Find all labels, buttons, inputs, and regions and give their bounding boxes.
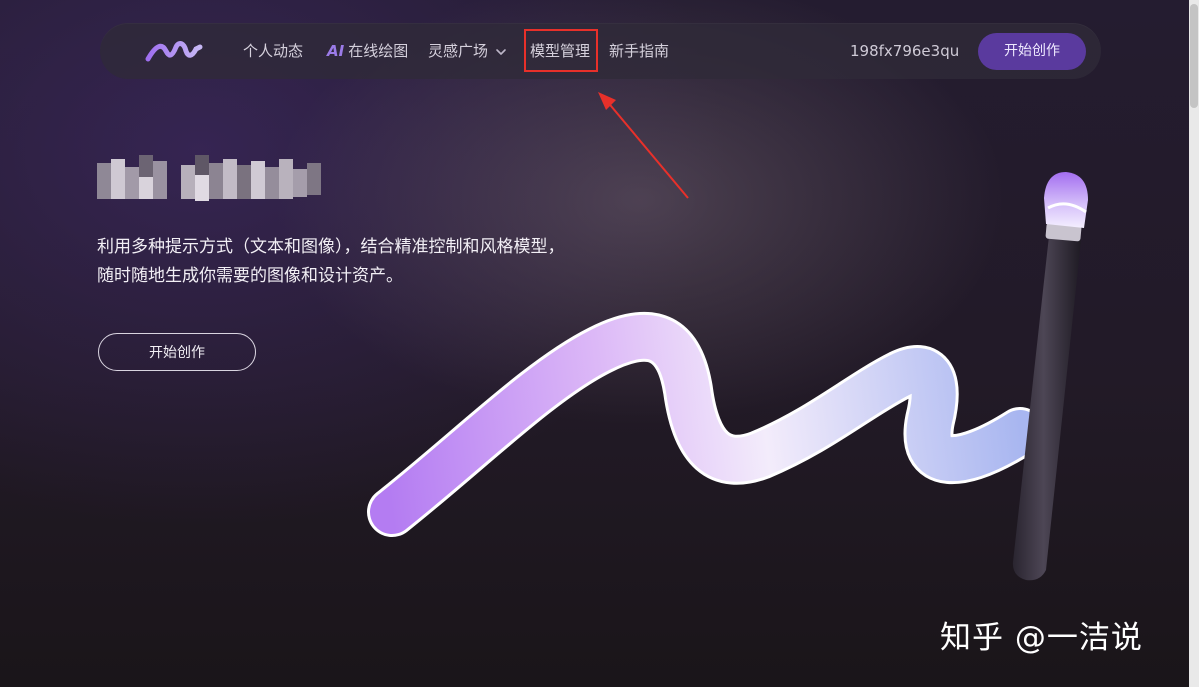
hero-description: 利用多种提示方式（文本和图像），结合精准控制和风格模型，随时随地生成你需要的图像…: [97, 237, 565, 286]
hero-title-pixelated: [97, 155, 325, 205]
top-navbar: 个人动态 AI 在线绘图 灵感广场 模型管理 新手指南 198fx796e3qu …: [100, 23, 1101, 79]
scrollbar-thumb[interactable]: [1190, 4, 1198, 108]
nav-item-online-drawing-label: 在线绘图: [348, 42, 409, 60]
ai-badge: AI: [327, 42, 345, 60]
watermark-text: 知乎 @一洁说: [940, 620, 1143, 656]
user-id-label[interactable]: 198fx796e3qu: [850, 23, 959, 79]
brush-stroke: [367, 311, 1045, 537]
start-creating-button-nav[interactable]: 开始创作: [978, 33, 1086, 70]
nav-item-inspiration-label: 灵感广场: [428, 42, 489, 60]
start-creating-button-hero[interactable]: 开始创作: [98, 333, 256, 371]
nav-item-personal-feed[interactable]: 个人动态: [243, 23, 303, 79]
nav-item-beginner-guide[interactable]: 新手指南: [609, 23, 669, 79]
nav-item-online-drawing[interactable]: AI 在线绘图: [327, 23, 408, 79]
chevron-down-icon: [496, 48, 506, 55]
squiggle-logo-icon[interactable]: [144, 37, 204, 65]
annotation-highlight-box: [524, 29, 598, 72]
annotation-arrow: [598, 92, 689, 199]
paintbrush-icon: [1012, 172, 1088, 581]
nav-item-inspiration-square[interactable]: 灵感广场: [428, 23, 507, 79]
vertical-scrollbar[interactable]: [1189, 0, 1199, 687]
